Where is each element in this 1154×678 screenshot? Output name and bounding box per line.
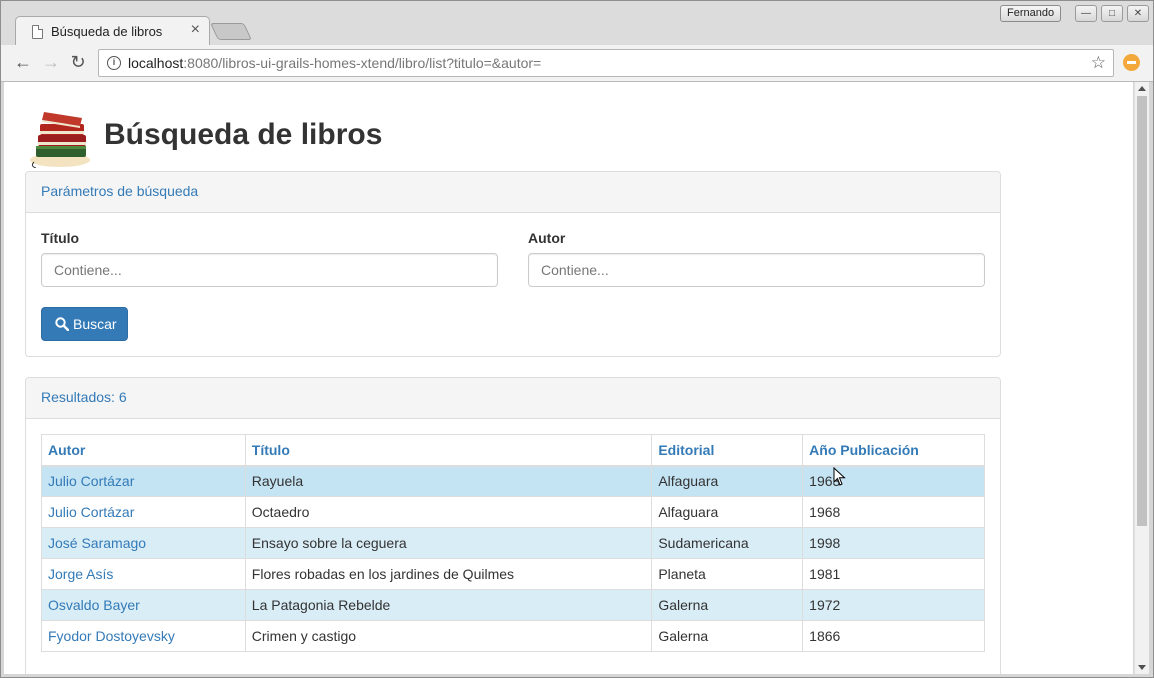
maximize-button[interactable]: □ xyxy=(1101,5,1123,22)
table-row[interactable]: Julio Cortázar Octaedro Alfaguara 1968 xyxy=(41,496,985,528)
tab-close-icon[interactable]: × xyxy=(191,21,200,39)
cell-anio: 1998 xyxy=(802,527,985,559)
table-row[interactable]: Osvaldo Bayer La Patagonia Rebelde Galer… xyxy=(41,589,985,621)
cell-titulo: La Patagonia Rebelde xyxy=(244,589,653,621)
cell-editorial: Alfaguara xyxy=(651,465,804,497)
info-icon[interactable]: i xyxy=(107,56,121,70)
url-host: localhost xyxy=(128,55,184,71)
vertical-scrollbar[interactable] xyxy=(1134,82,1149,674)
buscar-button-label: Buscar xyxy=(73,316,117,332)
titulo-label: Título xyxy=(41,230,80,246)
page-title: Búsqueda de libros xyxy=(104,118,383,151)
back-arrow-icon[interactable]: ← xyxy=(13,53,33,71)
profile-button[interactable]: Fernando xyxy=(1000,5,1062,22)
star-icon[interactable]: ☆ xyxy=(1091,53,1106,73)
cell-editorial: Galerna xyxy=(651,620,804,652)
browser-tab[interactable]: Búsqueda de libros × xyxy=(15,16,210,46)
table-row[interactable]: Jorge Asís Flores robadas en los jardine… xyxy=(41,558,985,590)
column-header-editorial[interactable]: Editorial xyxy=(651,434,804,467)
search-panel-heading: Parámetros de búsqueda xyxy=(26,172,1000,213)
titulo-input[interactable] xyxy=(41,253,498,287)
table-row[interactable]: Fyodor Dostoyevsky Crimen y castigo Gale… xyxy=(41,620,985,652)
title-bar: Búsqueda de libros × Fernando — □ ✕ xyxy=(1,1,1153,46)
cell-titulo: Rayuela xyxy=(244,465,653,497)
cell-editorial: Sudamericana xyxy=(651,527,804,559)
cell-autor[interactable]: José Saramago xyxy=(41,527,246,559)
cell-autor[interactable]: Fyodor Dostoyevsky xyxy=(41,620,246,652)
table-header-row: Autor Título Editorial Año Publicación xyxy=(41,434,985,467)
autor-label: Autor xyxy=(528,230,566,246)
buscar-button[interactable]: Buscar xyxy=(41,307,128,341)
cell-editorial: Planeta xyxy=(651,558,804,590)
scroll-up-arrow-icon[interactable] xyxy=(1138,86,1146,91)
cell-anio: 1968 xyxy=(802,496,985,528)
cell-editorial: Galerna xyxy=(651,589,804,621)
browser-toolbar: ← → ↻ i localhost:8080/libros-ui-grails-… xyxy=(1,45,1153,82)
cell-autor[interactable]: Jorge Asís xyxy=(41,558,246,590)
new-tab-button[interactable] xyxy=(210,23,252,40)
cell-anio: 1981 xyxy=(802,558,985,590)
window-close-button[interactable]: ✕ xyxy=(1127,5,1149,22)
cell-anio: 1963 xyxy=(802,465,985,497)
search-icon xyxy=(55,317,69,331)
minimize-button[interactable]: — xyxy=(1075,5,1097,22)
forward-arrow-icon[interactable]: → xyxy=(41,53,61,71)
table-row[interactable]: José Saramago Ensayo sobre la ceguera Su… xyxy=(41,527,985,559)
cell-titulo: Flores robadas en los jardines de Quilme… xyxy=(244,558,653,590)
cell-autor[interactable]: Julio Cortázar xyxy=(41,465,246,497)
url-path: :8080/libros-ui-grails-homes-xtend/libro… xyxy=(183,55,542,71)
autor-input[interactable] xyxy=(528,253,985,287)
cell-anio: 1972 xyxy=(802,589,985,621)
tab-title: Búsqueda de libros xyxy=(51,24,163,39)
results-panel: Resultados: 6 Autor Título Editorial Año… xyxy=(25,377,1001,674)
column-header-autor[interactable]: Autor xyxy=(41,434,246,467)
url-text: localhost:8080/libros-ui-grails-homes-xt… xyxy=(128,55,541,71)
books-logo-icon xyxy=(30,112,90,168)
extension-icon[interactable] xyxy=(1123,54,1140,71)
page-favicon-icon xyxy=(32,25,43,39)
cell-autor[interactable]: Osvaldo Bayer xyxy=(41,589,246,621)
results-panel-heading: Resultados: 6 xyxy=(26,378,1000,419)
cell-editorial: Alfaguara xyxy=(651,496,804,528)
mouse-cursor-icon xyxy=(833,467,846,486)
scroll-down-arrow-icon[interactable] xyxy=(1138,665,1146,670)
address-bar[interactable]: i localhost:8080/libros-ui-grails-homes-… xyxy=(98,49,1114,77)
reload-icon[interactable]: ↻ xyxy=(68,53,88,71)
page-viewport: Búsqueda de libros Parámetros de búsqued… xyxy=(4,82,1133,674)
cell-autor[interactable]: Julio Cortázar xyxy=(41,496,246,528)
column-header-titulo[interactable]: Título xyxy=(244,434,653,467)
cell-anio: 1866 xyxy=(802,620,985,652)
column-header-anio[interactable]: Año Publicación xyxy=(802,434,985,467)
cell-titulo: Crimen y castigo xyxy=(244,620,653,652)
search-panel: Parámetros de búsqueda Título Autor Busc… xyxy=(25,171,1001,357)
cell-titulo: Octaedro xyxy=(244,496,653,528)
cell-titulo: Ensayo sobre la ceguera xyxy=(244,527,653,559)
scrollbar-thumb[interactable] xyxy=(1137,96,1147,526)
